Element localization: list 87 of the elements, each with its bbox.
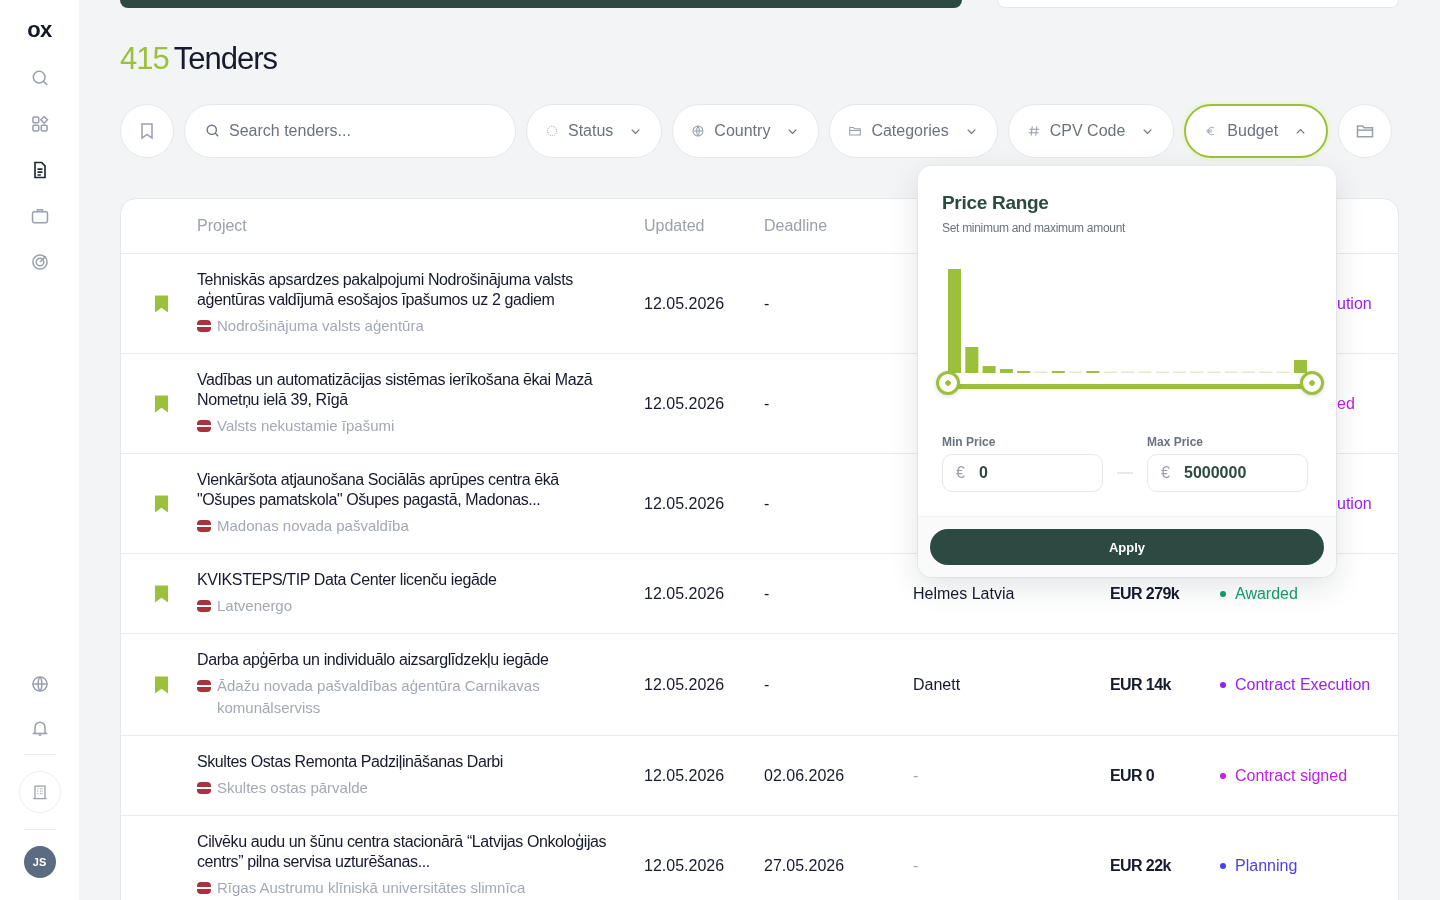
buyer-name: Valsts nekustamie īpašumi xyxy=(217,416,395,436)
globe-icon xyxy=(691,124,706,138)
buyer-name: Skultes ostas pārvalde xyxy=(217,778,368,798)
histogram-bar xyxy=(982,366,996,373)
flag-icon xyxy=(197,420,211,432)
filter-dropdown[interactable]: Categories xyxy=(829,104,998,158)
status-label: ed xyxy=(1337,394,1355,413)
table-cell: - xyxy=(764,675,770,693)
project-title[interactable]: Vadības un automatizācijas sistēmas ierīkošana ēkai Mazā Nometņu ielā 39, Rīgā xyxy=(197,370,620,410)
project-title[interactable]: Darba apģērba un individuālo aizsarglīdzekļu iegāde xyxy=(197,650,620,670)
circle-icon xyxy=(545,124,559,138)
table-cell: Danett xyxy=(913,675,961,693)
table-cell: 12.05.2026 xyxy=(644,766,725,784)
popup-subtitle: Set minimum and maximum amount xyxy=(942,221,1127,235)
project-title[interactable]: Cilvēku audu un šūnu centra stacionārā “Latvijas Onkoloģijas centrs” pilna servisa uzturēšanas... xyxy=(197,832,620,872)
page-title: Tenders xyxy=(173,40,278,78)
filter-dropdown[interactable]: Status xyxy=(526,104,663,158)
table-cell: - xyxy=(764,584,770,602)
table-cell: 12.05.2026 xyxy=(644,584,725,602)
user-avatar[interactable]: JS xyxy=(23,846,56,878)
buyer-name: Latvenergo xyxy=(217,596,293,616)
flag-icon xyxy=(197,320,211,332)
table-cell: - xyxy=(764,494,770,512)
table-cell: - xyxy=(913,766,919,784)
buyer-name: Ādažu novada pašvaldības aģentūra Carnikavas komunālserviss xyxy=(217,676,541,718)
slider-thumb[interactable] xyxy=(936,371,960,395)
search-field[interactable]: Search tenders... xyxy=(184,104,516,158)
bookmark-icon[interactable] xyxy=(153,294,169,313)
table-cell: 12.05.2026 xyxy=(644,675,725,693)
project-title[interactable]: Tehniskās apsardzes pakalpojumi Nodrošinājuma valsts aģentūras valdījumā esošajos īpašumos uz 2 gadiem xyxy=(197,270,620,310)
status-label: ution xyxy=(1337,494,1372,513)
bookmark-icon[interactable] xyxy=(153,494,169,513)
tender-count: 415 xyxy=(120,40,169,78)
bookmark-icon[interactable] xyxy=(153,675,169,694)
table-cell: - xyxy=(913,856,919,874)
table-cell: EUR 14k xyxy=(1110,675,1171,693)
table-cell: Helmes Latvia xyxy=(913,584,1015,602)
popup-title: Price Range xyxy=(942,192,1050,214)
table-cell: 12.05.2026 xyxy=(644,494,725,512)
table-cell: - xyxy=(764,394,770,412)
bookmark-icon[interactable] xyxy=(153,394,169,413)
filter-dropdown[interactable]: Budget xyxy=(1184,104,1329,158)
filter-dropdown[interactable]: Country xyxy=(672,104,820,158)
table-cell: EUR 0 xyxy=(1110,766,1155,784)
buyer-name: Rīgas Austrumu klīniskā universitātes slimnīca xyxy=(217,878,526,898)
table-cell: 02.06.2026 xyxy=(764,766,845,784)
table-cell: - xyxy=(764,294,770,312)
status-label: ution xyxy=(1337,294,1372,313)
buyer-name: Nodrošinājuma valsts aģentūra xyxy=(217,316,424,336)
globe-icon[interactable] xyxy=(29,674,50,694)
bookmark-icon[interactable] xyxy=(153,584,169,603)
status-label: Awarded xyxy=(1235,584,1298,603)
target-icon[interactable] xyxy=(29,252,50,272)
flag-icon xyxy=(197,600,211,612)
buyer-name: Madonas novada pašvaldība xyxy=(217,516,409,536)
status-label: Planning xyxy=(1235,856,1298,875)
currency-sign: € xyxy=(1161,463,1170,483)
histogram-bar xyxy=(1294,360,1307,373)
folder-icon xyxy=(848,124,863,138)
range-slider[interactable] xyxy=(936,371,1324,395)
logo[interactable]: ox xyxy=(27,18,52,42)
flag-icon xyxy=(197,882,211,894)
flag-icon xyxy=(197,680,211,692)
project-title[interactable]: Skultes Ostas Remonta Padziļināšanas Darbi xyxy=(197,752,620,772)
apply-button[interactable]: Apply xyxy=(930,529,1324,565)
flag-icon xyxy=(197,782,211,794)
field-label: Min Price xyxy=(942,435,997,449)
flag-icon xyxy=(197,520,211,532)
field-label: Max Price xyxy=(1147,435,1205,449)
table-cell: 12.05.2026 xyxy=(644,294,725,312)
currency-sign: € xyxy=(956,463,965,483)
table-cell: EUR 22k xyxy=(1110,856,1171,874)
table-cell: 27.05.2026 xyxy=(764,856,845,874)
slider-thumb[interactable] xyxy=(1300,371,1324,395)
project-title[interactable]: Vienkāršota atjaunošana Sociālās aprūpes centra ēkā "Ošupes pamatskola" Ošupes pagastā, Madonas... xyxy=(197,470,620,510)
table-cell: EUR 279k xyxy=(1110,584,1180,602)
table-cell: 12.05.2026 xyxy=(644,394,725,412)
hash-icon xyxy=(1026,124,1041,138)
status-label: Contract Execution xyxy=(1235,675,1371,694)
histogram-bar xyxy=(965,347,979,373)
grid-icon[interactable] xyxy=(29,114,50,134)
table-cell: 12.05.2026 xyxy=(644,856,725,874)
histogram-bar xyxy=(999,369,1013,373)
status-label: Contract signed xyxy=(1235,766,1348,785)
filter-dropdown[interactable]: CPV Code xyxy=(1007,104,1175,158)
project-title[interactable]: KVIKSTEPS/TIP Data Center licenču iegāde xyxy=(197,570,620,590)
briefcase-icon[interactable] xyxy=(29,206,50,226)
